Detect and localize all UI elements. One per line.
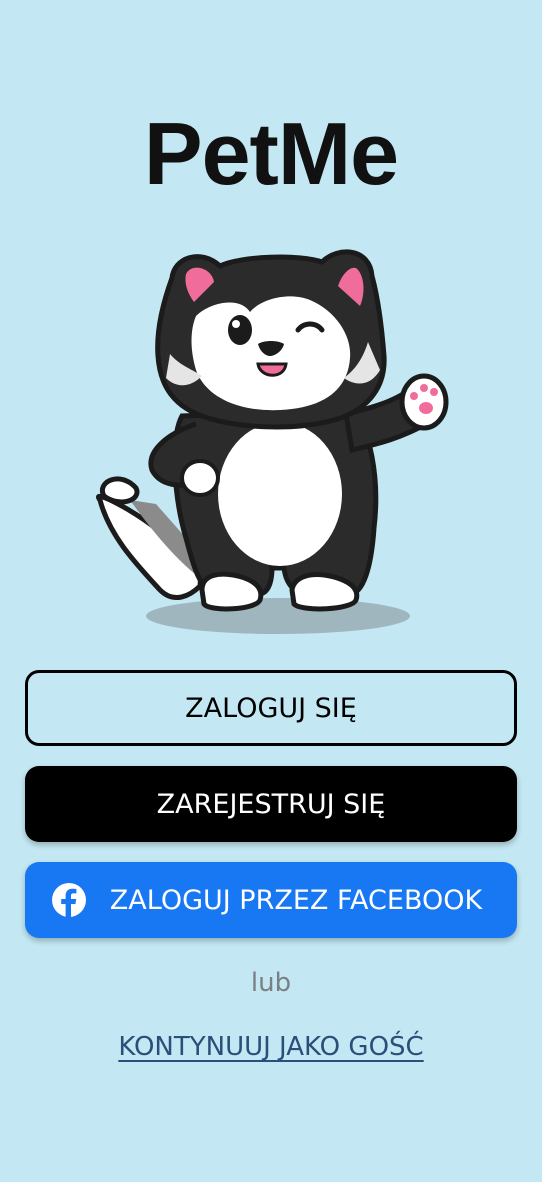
facebook-button-label: ZALOGUJ PRZEZ FACEBOOK [109,884,483,916]
app-title: PetMe [143,104,399,203]
login-button[interactable]: ZALOGUJ SIĘ [25,670,517,746]
register-button[interactable]: ZAREJESTRUJ SIĘ [25,766,517,842]
facebook-login-button[interactable]: ZALOGUJ PRZEZ FACEBOOK [25,862,517,938]
login-button-label: ZALOGUJ SIĘ [185,692,357,724]
or-separator: lub [250,968,292,998]
cat-mascot-illustration [95,249,449,634]
register-button-label: ZAREJESTRUJ SIĘ [156,788,386,820]
continue-as-guest-link[interactable]: KONTYNUUJ JAKO GOŚĆ [0,1032,542,1062]
facebook-icon [52,883,86,917]
